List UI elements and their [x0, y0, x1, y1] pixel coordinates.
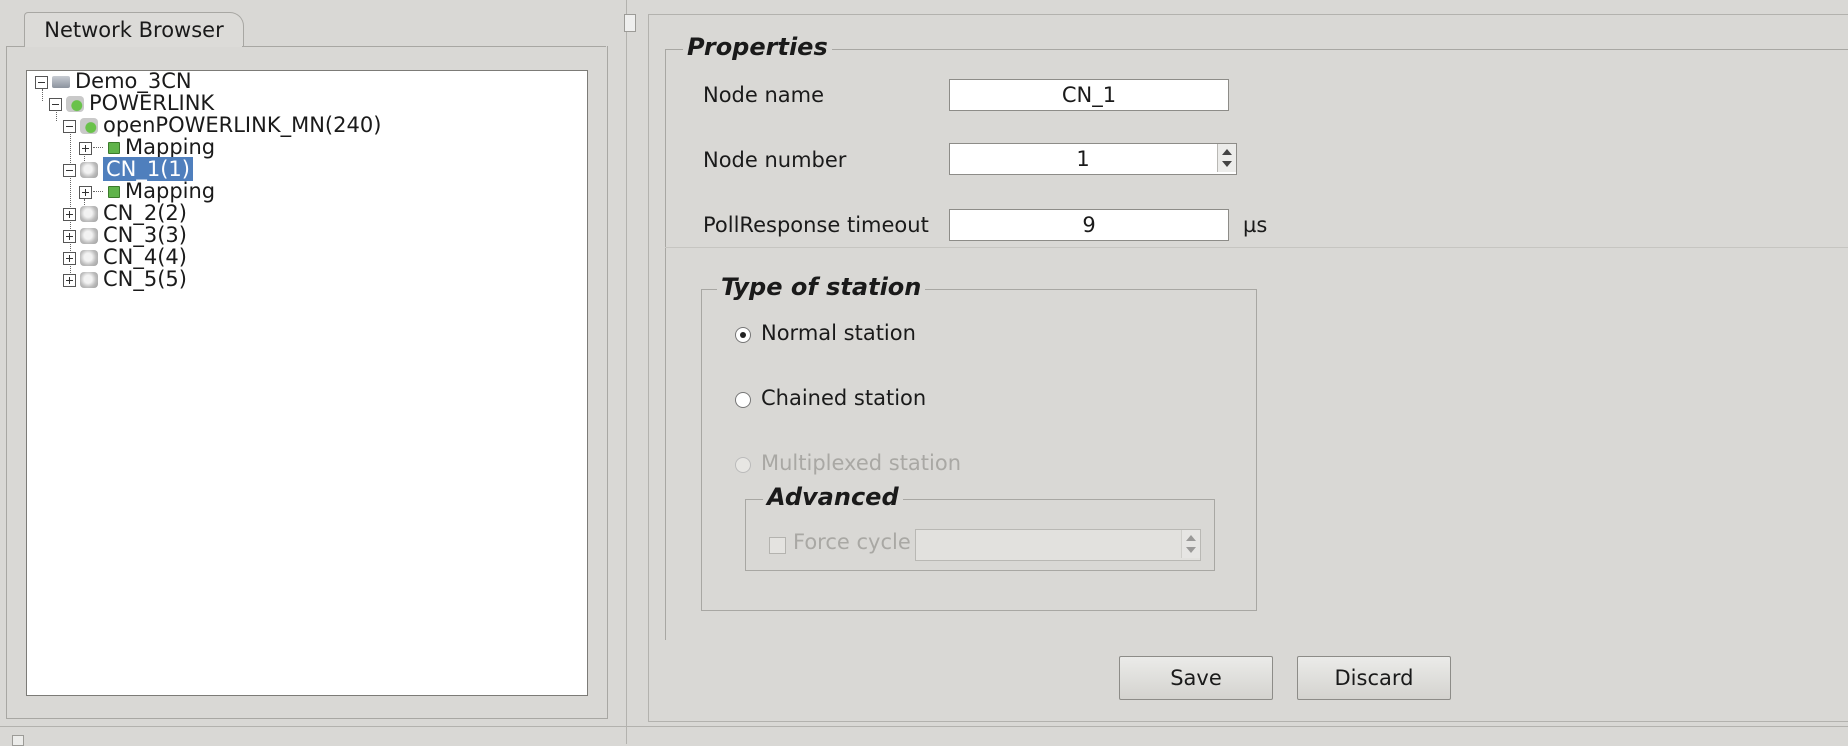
status-bar	[0, 726, 1848, 745]
tree-item-label: Demo_3CN	[75, 69, 192, 93]
node-name-field[interactable]: CN_1	[949, 79, 1229, 111]
controlled-node-icon	[80, 250, 98, 266]
tree-item-cn-5[interactable]: CN_5(5)	[63, 267, 187, 291]
tree-item-label: openPOWERLINK_MN(240)	[103, 113, 382, 137]
tree-connector	[93, 147, 103, 148]
network-icon	[66, 96, 84, 112]
force-cycle-stepper[interactable]	[915, 529, 1201, 561]
tree-item-demo-3cn[interactable]: Demo_3CN	[35, 69, 192, 93]
expand-icon[interactable]	[63, 273, 76, 287]
mapping-icon	[108, 142, 120, 154]
node-number-label: Node number	[703, 148, 847, 172]
properties-pane: Properties Node name CN_1 Node number 1 …	[648, 14, 1848, 722]
tree-item-label: Mapping	[125, 135, 216, 159]
collapse-icon[interactable]	[63, 119, 76, 133]
resize-grip-icon[interactable]	[12, 735, 24, 746]
multiplexed-station-radio[interactable]	[735, 457, 751, 473]
tree-item-mapping[interactable]: Mapping	[79, 179, 215, 203]
poll-unit-label: µs	[1243, 213, 1268, 237]
network-browser-pane: Network Browser Demo_3CN POWERLINK openP…	[0, 0, 620, 720]
save-button[interactable]: Save	[1119, 656, 1273, 700]
multiplexed-station-label: Multiplexed station	[761, 451, 962, 475]
node-name-label: Node name	[703, 83, 825, 107]
tree-item-label: Mapping	[125, 179, 216, 203]
tree-connector	[93, 191, 103, 192]
collapse-icon[interactable]	[35, 75, 48, 89]
splitter-handle-icon[interactable]	[624, 14, 636, 32]
pollresponse-timeout-field[interactable]: 9	[949, 209, 1229, 241]
pollresponse-timeout-label: PollResponse timeout	[703, 213, 929, 237]
tree-item-label: CN_2(2)	[103, 201, 187, 225]
managing-node-icon	[80, 118, 98, 134]
tree-item-label: CN_5(5)	[103, 267, 187, 291]
station-type-title: Type of station	[717, 273, 926, 301]
normal-station-label[interactable]: Normal station	[761, 321, 916, 345]
controlled-node-icon	[80, 228, 98, 244]
tree-item-label: POWERLINK	[89, 91, 215, 115]
tree-item-managing-node[interactable]: openPOWERLINK_MN(240)	[63, 113, 381, 137]
controlled-node-icon	[80, 206, 98, 222]
tree-item-powerlink[interactable]: POWERLINK	[49, 91, 214, 115]
network-tree[interactable]: Demo_3CN POWERLINK openPOWERLINK_MN(240)…	[26, 69, 588, 696]
tree-item-cn-4[interactable]: CN_4(4)	[63, 245, 187, 269]
tree-item-label: CN_4(4)	[103, 245, 187, 269]
expand-icon[interactable]	[63, 251, 76, 265]
expand-icon[interactable]	[63, 207, 76, 221]
tab-network-browser[interactable]: Network Browser	[24, 12, 244, 47]
collapse-icon[interactable]	[49, 97, 62, 111]
computer-icon	[52, 76, 70, 88]
collapse-icon[interactable]	[63, 163, 76, 177]
expand-icon[interactable]	[79, 141, 92, 155]
tree-item-label-selected: CN_1(1)	[103, 157, 193, 181]
tree-item-cn-2[interactable]: CN_2(2)	[63, 201, 187, 225]
section-divider	[665, 247, 1848, 248]
normal-station-radio[interactable]	[735, 327, 751, 343]
mapping-icon	[108, 186, 120, 198]
force-cycle-label: Force cycle	[793, 530, 911, 554]
advanced-title: Advanced	[763, 483, 903, 511]
spinner-arrows-icon[interactable]	[1217, 144, 1236, 172]
force-cycle-checkbox[interactable]	[769, 537, 786, 554]
chained-station-label[interactable]: Chained station	[761, 386, 926, 410]
pane-splitter[interactable]	[626, 0, 637, 744]
node-number-stepper[interactable]: 1	[949, 143, 1237, 175]
expand-icon[interactable]	[63, 229, 76, 243]
controlled-node-icon	[80, 162, 98, 178]
chained-station-radio[interactable]	[735, 392, 751, 408]
tree-item-cn-1[interactable]: CN_1(1)	[63, 157, 193, 181]
node-number-value: 1	[1076, 147, 1090, 171]
expand-icon[interactable]	[79, 185, 92, 199]
spinner-arrows-icon[interactable]	[1181, 530, 1200, 558]
properties-title: Properties	[683, 33, 832, 61]
tree-item-cn-3[interactable]: CN_3(3)	[63, 223, 187, 247]
tree-item-mapping[interactable]: Mapping	[79, 135, 215, 159]
tree-item-label: CN_3(3)	[103, 223, 187, 247]
controlled-node-icon	[80, 272, 98, 288]
discard-button[interactable]: Discard	[1297, 656, 1451, 700]
